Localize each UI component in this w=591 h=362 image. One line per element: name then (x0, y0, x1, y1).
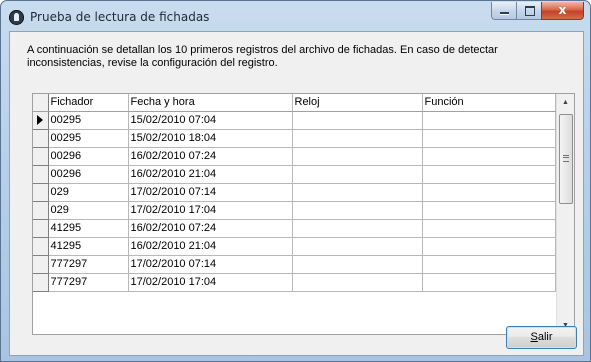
cell-fichador[interactable]: 00296 (48, 147, 129, 166)
row-indicator-cell[interactable] (33, 165, 49, 184)
cell-funcion[interactable] (422, 201, 556, 220)
table-row[interactable]: 00296 16/02/2010 21:04 (33, 165, 556, 184)
maximize-button[interactable] (516, 2, 542, 20)
close-icon: x (558, 3, 567, 17)
cell-fichador[interactable]: 41295 (48, 219, 129, 238)
column-header-fecha-hora[interactable]: Fecha y hora (128, 94, 293, 112)
cell-fecha-hora[interactable]: 17/02/2010 07:14 (128, 255, 293, 274)
cell-fichador[interactable]: 029 (48, 183, 129, 202)
minimize-icon (500, 12, 509, 14)
row-indicator-cell[interactable] (33, 129, 49, 148)
cell-reloj[interactable] (292, 237, 423, 256)
cell-funcion[interactable] (422, 147, 556, 166)
cell-funcion[interactable] (422, 255, 556, 274)
row-indicator-cell[interactable] (33, 183, 49, 202)
close-button[interactable]: x (541, 2, 584, 20)
cell-fichador[interactable]: 41295 (48, 237, 129, 256)
salir-label: alir (537, 331, 553, 343)
salir-mnemonic: S (530, 331, 538, 343)
table-row[interactable]: 00295 15/02/2010 18:04 (33, 129, 556, 148)
table-row[interactable]: 41295 16/02/2010 07:24 (33, 219, 556, 238)
row-indicator-cell[interactable] (33, 147, 49, 166)
cell-fecha-hora[interactable]: 16/02/2010 07:24 (128, 219, 293, 238)
title-bar[interactable]: Prueba de lectura de fichadas x (1, 1, 590, 31)
cell-reloj[interactable] (292, 111, 423, 130)
cell-reloj[interactable] (292, 273, 423, 292)
cell-fichador[interactable]: 029 (48, 201, 129, 220)
description-text: A continuación se detallan los 10 primer… (27, 44, 498, 69)
dialog-window: Prueba de lectura de fichadas x A contin… (0, 0, 591, 362)
cell-reloj[interactable] (292, 165, 423, 184)
column-header-funcion[interactable]: Función (422, 94, 556, 112)
row-indicator-cell[interactable] (33, 255, 49, 274)
table-row[interactable]: 00296 16/02/2010 07:24 (33, 147, 556, 166)
grip-icon (563, 155, 569, 162)
row-indicator-cell[interactable] (33, 237, 49, 256)
cell-fecha-hora[interactable]: 15/02/2010 18:04 (128, 129, 293, 148)
scroll-up-arrow-icon[interactable]: ▲ (557, 94, 574, 111)
cell-funcion[interactable] (422, 273, 556, 292)
table-row[interactable]: 777297 17/02/2010 17:04 (33, 273, 556, 292)
vertical-scrollbar[interactable]: ▲ ▼ (556, 94, 574, 334)
dialog-client-area: A continuación se detallan los 10 primer… (9, 31, 584, 356)
cell-funcion[interactable] (422, 183, 556, 202)
cell-funcion[interactable] (422, 129, 556, 148)
header-row: Fichador Fecha y hora Reloj Función (33, 94, 556, 112)
cell-reloj[interactable] (292, 183, 423, 202)
scroll-thumb[interactable] (559, 114, 573, 204)
cell-fichador[interactable]: 00295 (48, 129, 129, 148)
column-header-reloj[interactable]: Reloj (292, 94, 423, 112)
cell-fecha-hora[interactable]: 17/02/2010 17:04 (128, 273, 293, 292)
records-grid[interactable]: Fichador Fecha y hora Reloj Función 0029… (32, 93, 575, 335)
cell-fichador[interactable]: 777297 (48, 255, 129, 274)
cell-fichador[interactable]: 777297 (48, 273, 129, 292)
table-row[interactable]: 029 17/02/2010 07:14 (33, 183, 556, 202)
row-indicator-cell[interactable] (33, 273, 49, 292)
window-title: Prueba de lectura de fichadas (30, 10, 210, 24)
cell-fecha-hora[interactable]: 17/02/2010 07:14 (128, 183, 293, 202)
cell-funcion[interactable] (422, 165, 556, 184)
cell-fecha-hora[interactable]: 16/02/2010 07:24 (128, 147, 293, 166)
cell-reloj[interactable] (292, 129, 423, 148)
cell-fichador[interactable]: 00295 (48, 111, 129, 130)
cell-funcion[interactable] (422, 237, 556, 256)
cell-reloj[interactable] (292, 219, 423, 238)
row-indicator-cell[interactable] (33, 111, 49, 130)
cell-fecha-hora[interactable]: 16/02/2010 21:04 (128, 165, 293, 184)
cell-fecha-hora[interactable]: 17/02/2010 17:04 (128, 201, 293, 220)
cell-reloj[interactable] (292, 255, 423, 274)
cell-funcion[interactable] (422, 111, 556, 130)
table-row[interactable]: 00295 15/02/2010 07:04 (33, 111, 556, 130)
cell-reloj[interactable] (292, 201, 423, 220)
caption-buttons: x (491, 2, 584, 22)
app-globe-icon[interactable] (9, 10, 24, 25)
table-row[interactable]: 41295 16/02/2010 21:04 (33, 237, 556, 256)
cell-funcion[interactable] (422, 219, 556, 238)
row-indicator-cell[interactable] (33, 219, 49, 238)
cell-reloj[interactable] (292, 147, 423, 166)
column-header-fichador[interactable]: Fichador (48, 94, 129, 112)
minimize-button[interactable] (491, 2, 517, 20)
row-indicator-cell[interactable] (33, 201, 49, 220)
records-table: Fichador Fecha y hora Reloj Función 0029… (33, 94, 556, 292)
table-row[interactable]: 777297 17/02/2010 07:14 (33, 255, 556, 274)
salir-button[interactable]: Salir (506, 326, 577, 349)
header-indicator-cell (33, 94, 49, 112)
cell-fecha-hora[interactable]: 16/02/2010 21:04 (128, 237, 293, 256)
row-pointer-icon (37, 115, 43, 125)
maximize-icon (525, 6, 535, 16)
table-row[interactable]: 029 17/02/2010 17:04 (33, 201, 556, 220)
cell-fecha-hora[interactable]: 15/02/2010 07:04 (128, 111, 293, 130)
cell-fichador[interactable]: 00296 (48, 165, 129, 184)
